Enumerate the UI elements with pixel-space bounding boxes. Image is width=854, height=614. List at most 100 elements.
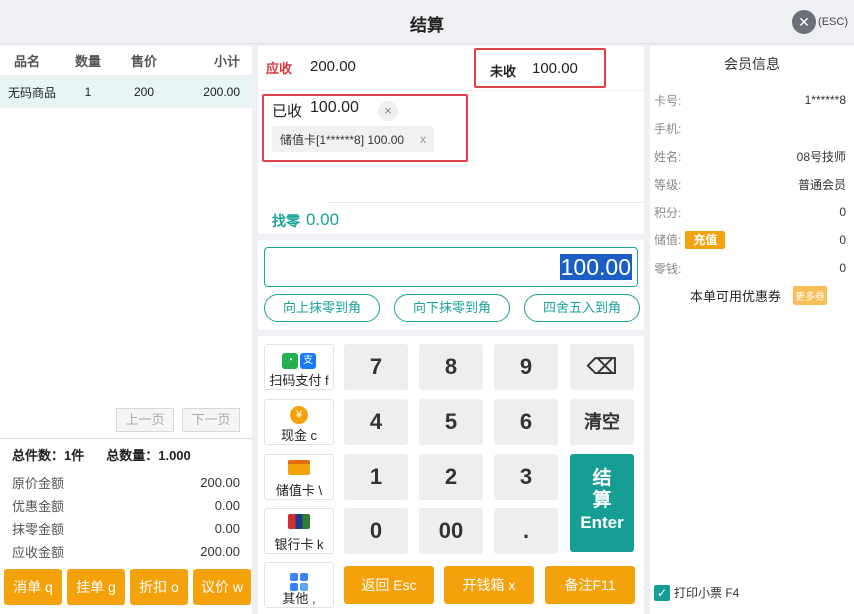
table-row[interactable]: 无码商品 1 200 200.00 — [0, 76, 252, 108]
member-row: 姓名: 08号技师 — [650, 142, 854, 170]
summary-label: 优惠金额 — [12, 499, 65, 514]
key-dot[interactable]: . — [494, 508, 558, 554]
member-row: 等级: 普通会员 — [650, 170, 854, 198]
other-icon — [265, 568, 333, 591]
col-name: 品名 — [14, 54, 41, 69]
key-1[interactable]: 1 — [344, 454, 408, 500]
remove-payment-icon[interactable]: x — [420, 132, 426, 146]
summary-value: 0.00 — [214, 498, 240, 513]
change-label: 找零 — [272, 213, 300, 229]
summary-line: 优惠金额 0.00 — [12, 494, 242, 517]
col-subtotal: 小计 — [213, 54, 240, 69]
remark-button[interactable]: 备注F11 — [545, 566, 635, 604]
next-page-button[interactable]: 下一页 — [182, 408, 240, 432]
rounding-buttons: 向上抹零到角 向下抹零到角 四舍五入到角 — [264, 294, 640, 322]
negotiate-price-button[interactable]: 议价 w — [193, 569, 251, 605]
clear-received-icon[interactable]: × — [378, 101, 398, 121]
other-pay-label: 其他 , — [282, 591, 316, 606]
cash-icon: ¥ — [265, 405, 333, 425]
bank-card-icon — [265, 514, 333, 534]
key-7[interactable]: 7 — [344, 344, 408, 390]
unpaid-box: 未收 100.00 — [474, 48, 606, 88]
window-title: 结算 — [410, 16, 444, 35]
payment-tag-label: 储值卡[1******8] 100.00 — [280, 132, 405, 147]
member-label: 卡号: — [654, 93, 682, 108]
payment-summary: 应收 200.00 未收 100.00 已收 100.00 × 储值卡[1***… — [258, 46, 644, 234]
print-receipt-toggle[interactable]: ✓ 打印小票 F4 — [654, 584, 739, 601]
key-6[interactable]: 6 — [494, 399, 558, 445]
summary-value: 200.00 — [200, 544, 240, 559]
received-label: 已收 — [272, 103, 303, 120]
stored-card-icon — [265, 460, 333, 480]
unpaid-value: 100.00 — [532, 60, 578, 77]
amount-input[interactable]: 100.00 — [264, 247, 638, 287]
clear-button[interactable]: 清空 — [570, 399, 634, 445]
member-row: 储值: 充值 0 — [650, 226, 854, 254]
close-button[interactable]: ✕ (ESC) — [792, 10, 848, 34]
back-button[interactable]: 返回 Esc — [344, 566, 434, 604]
stored-card-button[interactable]: 储值卡 \ — [264, 454, 334, 500]
total-items: 总件数：1件 — [12, 448, 85, 463]
key-0[interactable]: 0 — [344, 508, 408, 554]
bank-card-button[interactable]: 银行卡 k — [264, 508, 334, 554]
key-8[interactable]: 8 — [419, 344, 483, 390]
key-2[interactable]: 2 — [419, 454, 483, 500]
more-coupons-button[interactable]: 更多券 — [793, 286, 828, 305]
member-label: 等级: — [654, 177, 682, 192]
key-00[interactable]: 00 — [419, 508, 483, 554]
close-icon[interactable]: ✕ — [792, 10, 817, 34]
recharge-button[interactable]: 充值 — [685, 231, 726, 249]
qr-pay-icon: ◔ 支 — [265, 350, 333, 370]
summary-value: 0.00 — [214, 521, 240, 536]
change-value: 0.00 — [306, 210, 340, 229]
qr-pay-button[interactable]: ◔ 支 扫码支付 f — [264, 344, 334, 390]
payment-tag: 储值卡[1******8] 100.00 x — [272, 126, 435, 152]
hold-order-button[interactable]: 挂单 g — [67, 569, 125, 605]
cash-button[interactable]: ¥ 现金 c — [264, 399, 334, 445]
key-9[interactable]: 9 — [494, 344, 558, 390]
backspace-icon: ⌫ — [586, 354, 618, 379]
member-value: 0 — [839, 261, 846, 275]
cart-header: 品名 数量 售价 小计 — [0, 46, 252, 76]
other-pay-button[interactable]: 其他 , — [264, 562, 334, 608]
backspace-button[interactable]: ⌫ — [570, 344, 634, 390]
member-label: 积分: — [654, 205, 682, 220]
round-up-button[interactable]: 向上抹零到角 — [264, 294, 380, 322]
key-4[interactable]: 4 — [344, 399, 408, 445]
close-label: (ESC) — [818, 16, 848, 28]
row-name: 无码商品 — [8, 85, 57, 100]
member-label: 储值: — [654, 233, 682, 247]
title-bar: 结算 ✕ (ESC) — [0, 0, 854, 44]
prev-page-button[interactable]: 上一页 — [116, 408, 174, 432]
member-row: 手机: — [650, 114, 854, 142]
summary-label: 应收金额 — [12, 545, 65, 560]
member-row: 积分: 0 — [650, 198, 854, 226]
amount-panel: 100.00 向上抹零到角 向下抹零到角 四舍五入到角 — [258, 240, 644, 330]
due-label: 应收 — [266, 61, 293, 76]
col-qty: 数量 — [74, 54, 101, 69]
member-row: 零钱: 0 — [650, 254, 854, 282]
key-3[interactable]: 3 — [494, 454, 558, 500]
member-value: 08号技师 — [796, 149, 846, 164]
coupon-row: 本单可用优惠券 更多券 — [690, 286, 828, 305]
row-price: 200 — [133, 85, 155, 99]
open-cash-drawer-button[interactable]: 开钱箱 x — [444, 566, 534, 604]
settle-label-1: 结 — [592, 468, 612, 489]
round-down-button[interactable]: 向下抹零到角 — [394, 294, 510, 322]
settle-button[interactable]: 结 算 Enter — [570, 454, 634, 552]
row-subtotal: 200.00 — [203, 85, 240, 99]
summary-line: 原价金额 200.00 — [12, 471, 242, 494]
divider — [258, 90, 644, 91]
checkbox-icon[interactable]: ✓ — [654, 584, 670, 601]
divider — [328, 202, 644, 203]
member-label: 手机: — [654, 121, 682, 136]
round-half-button[interactable]: 四舍五入到角 — [524, 294, 640, 322]
order-actions: 消单 q 挂单 g 折扣 o 议价 w — [4, 569, 251, 605]
discount-button[interactable]: 折扣 o — [130, 569, 188, 605]
cash-label: 现金 c — [280, 428, 318, 443]
member-panel: 会员信息 卡号: 1******8 手机: 姓名: 08号技师 等级: 普通会员… — [650, 46, 854, 614]
key-5[interactable]: 5 — [419, 399, 483, 445]
member-label: 零钱: — [654, 261, 682, 276]
cancel-order-button[interactable]: 消单 q — [4, 569, 62, 605]
settle-label-2: 算 — [592, 490, 612, 511]
